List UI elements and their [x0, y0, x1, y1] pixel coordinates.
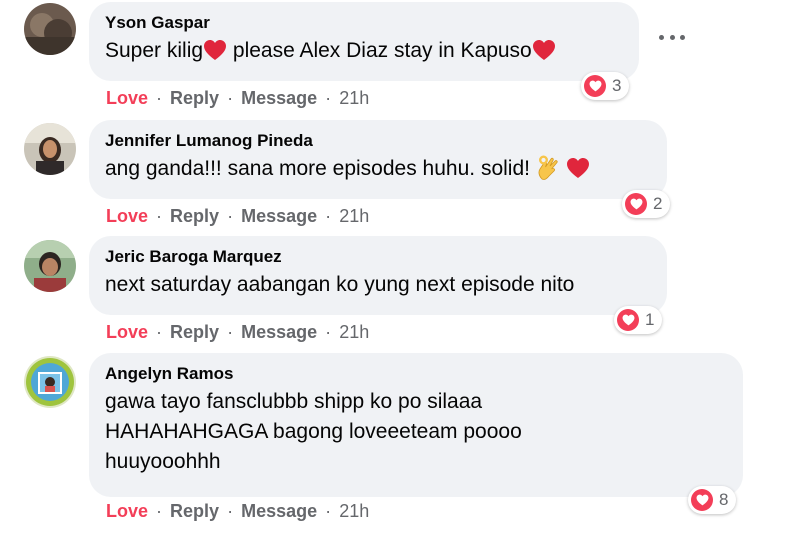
comment-author[interactable]: Angelyn Ramos: [105, 363, 727, 385]
avatar[interactable]: [24, 356, 76, 408]
heart-icon: [532, 39, 556, 61]
reaction-summary[interactable]: 8: [688, 486, 737, 514]
reaction-summary[interactable]: 3: [581, 72, 630, 100]
heart-icon: [566, 157, 590, 179]
comment-text-line: huuyooohhh: [105, 450, 221, 473]
timestamp[interactable]: 21h: [339, 501, 369, 521]
separator: ·: [227, 206, 234, 226]
love-reaction-icon: [584, 75, 606, 97]
reaction-count: 1: [645, 310, 655, 329]
comment-author[interactable]: Jennifer Lumanog Pineda: [105, 130, 651, 152]
avatar-image: [24, 123, 76, 175]
separator: ·: [227, 322, 234, 342]
message-button[interactable]: Message: [241, 322, 317, 342]
separator: ·: [325, 322, 332, 342]
reaction-count: 2: [653, 194, 663, 213]
message-button[interactable]: Message: [241, 88, 317, 108]
comment-item: Jeric Baroga Marquez next saturday aaban…: [0, 234, 800, 350]
separator: ·: [156, 501, 163, 521]
comment-text-part: Super kilig: [105, 39, 204, 62]
avatar-image: [24, 240, 76, 292]
reply-button[interactable]: Reply: [170, 322, 219, 342]
avatar-image: [24, 356, 76, 408]
reply-button[interactable]: Reply: [170, 206, 219, 226]
comment-text-line: HAHAHAHGAGA bagong loveeeteam poooo: [105, 420, 522, 443]
heart-icon: [203, 39, 227, 61]
comment-actions: Love · Reply · Message · 21h: [106, 500, 369, 522]
reaction-count: 8: [719, 490, 729, 509]
comment-bubble: Jeric Baroga Marquez next saturday aaban…: [89, 236, 667, 315]
comment-item: Jennifer Lumanog Pineda ang ganda!!! san…: [0, 118, 800, 234]
comment-text: ang ganda!!! sana more episodes huhu. so…: [105, 154, 651, 184]
separator: ·: [325, 206, 332, 226]
comment-text-part: ang ganda!!! sana more episodes huhu. so…: [105, 157, 536, 180]
comment-bubble: Angelyn Ramos gawa tayo fansclubbb shipp…: [89, 353, 743, 497]
comment-text: Super kilig please Alex Diaz stay in Kap…: [105, 36, 623, 66]
comment-item: Yson Gaspar Super kilig please Alex Diaz…: [0, 0, 800, 118]
timestamp[interactable]: 21h: [339, 322, 369, 342]
comment-bubble: Yson Gaspar Super kilig please Alex Diaz…: [89, 2, 639, 81]
comment-text-part: please Alex Diaz stay in Kapuso: [227, 39, 532, 62]
comment-text-line: gawa tayo fansclubbb shipp ko po silaaa: [105, 390, 483, 413]
comment-author[interactable]: Yson Gaspar: [105, 12, 623, 34]
reply-button[interactable]: Reply: [170, 501, 219, 521]
avatar-image: [24, 3, 76, 55]
avatar[interactable]: [24, 240, 76, 292]
reply-button[interactable]: Reply: [170, 88, 219, 108]
avatar[interactable]: [24, 123, 76, 175]
comment-actions: Love · Reply · Message · 21h: [106, 87, 369, 109]
love-reaction-icon: [691, 489, 713, 511]
timestamp[interactable]: 21h: [339, 88, 369, 108]
comment-author[interactable]: Jeric Baroga Marquez: [105, 246, 651, 268]
comment-actions: Love · Reply · Message · 21h: [106, 205, 369, 227]
separator: ·: [227, 88, 234, 108]
comment-text-part: next saturday aabangan ko yung next epis…: [105, 273, 575, 296]
avatar[interactable]: [24, 3, 76, 55]
love-button[interactable]: Love: [106, 322, 148, 342]
love-reaction-icon: [625, 193, 647, 215]
comment-actions: Love · Reply · Message · 21h: [106, 321, 369, 343]
message-button[interactable]: Message: [241, 206, 317, 226]
separator: ·: [325, 88, 332, 108]
reaction-summary[interactable]: 1: [614, 306, 663, 334]
separator: ·: [156, 206, 163, 226]
reaction-summary[interactable]: 2: [622, 190, 671, 218]
separator: ·: [227, 501, 234, 521]
comment-text: next saturday aabangan ko yung next epis…: [105, 270, 651, 300]
love-button[interactable]: Love: [106, 501, 148, 521]
comment-text: gawa tayo fansclubbb shipp ko po silaaa …: [105, 387, 727, 477]
ok-hand-icon: [536, 154, 560, 180]
more-options-icon[interactable]: [659, 30, 685, 44]
love-button[interactable]: Love: [106, 206, 148, 226]
separator: ·: [156, 322, 163, 342]
love-reaction-icon: [617, 309, 639, 331]
love-button[interactable]: Love: [106, 88, 148, 108]
comment-item: Angelyn Ramos gawa tayo fansclubbb shipp…: [0, 350, 800, 535]
timestamp[interactable]: 21h: [339, 206, 369, 226]
reaction-count: 3: [612, 76, 622, 95]
message-button[interactable]: Message: [241, 501, 317, 521]
separator: ·: [325, 501, 332, 521]
separator: ·: [156, 88, 163, 108]
comment-bubble: Jennifer Lumanog Pineda ang ganda!!! san…: [89, 120, 667, 199]
